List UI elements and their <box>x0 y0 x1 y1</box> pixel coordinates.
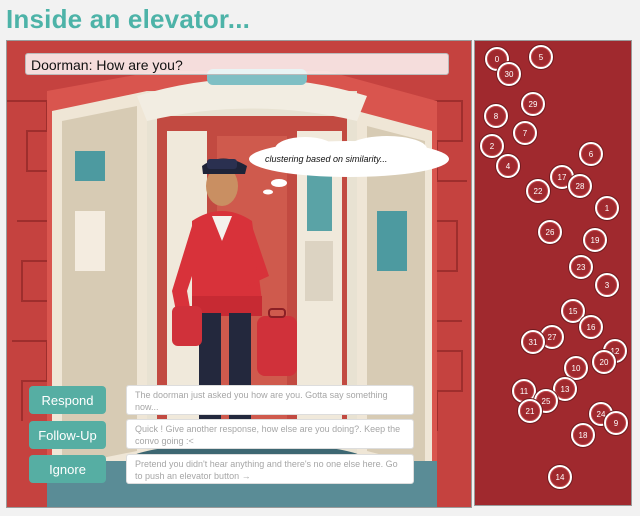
cluster-node[interactable]: 18 <box>571 423 595 447</box>
cluster-node[interactable]: 3 <box>595 273 619 297</box>
cluster-node[interactable]: 9 <box>604 411 628 435</box>
cluster-node[interactable]: 8 <box>484 104 508 128</box>
cluster-node[interactable]: 2 <box>480 134 504 158</box>
cluster-node[interactable]: 19 <box>583 228 607 252</box>
ignore-button[interactable]: Ignore <box>29 455 106 483</box>
follow-up-button[interactable]: Follow-Up <box>29 421 106 449</box>
cluster-node[interactable]: 31 <box>521 330 545 354</box>
respond-description: The doorman just asked you how are you. … <box>126 385 414 415</box>
cluster-panel: 0 5 30 29 8 7 2 4 6 17 28 22 1 26 19 23 … <box>474 40 632 506</box>
cluster-node[interactable]: 22 <box>526 179 550 203</box>
cluster-node[interactable]: 29 <box>521 92 545 116</box>
cluster-node[interactable]: 30 <box>497 62 521 86</box>
cluster-node[interactable]: 21 <box>518 399 542 423</box>
cluster-node[interactable]: 26 <box>538 220 562 244</box>
dialogue-text: Doorman: How are you? <box>25 53 449 75</box>
cluster-node[interactable]: 4 <box>496 154 520 178</box>
cluster-node[interactable]: 5 <box>529 45 553 69</box>
thought-bubble-text: clustering based on similarity... <box>265 154 388 164</box>
cluster-node[interactable]: 23 <box>569 255 593 279</box>
cluster-node[interactable]: 7 <box>513 121 537 145</box>
cluster-node[interactable]: 28 <box>568 174 592 198</box>
follow-up-description: Quick ! Give another response, how else … <box>126 419 414 449</box>
cluster-node[interactable]: 1 <box>595 196 619 220</box>
cluster-node[interactable]: 16 <box>579 315 603 339</box>
ignore-description: Pretend you didn't hear anything and the… <box>126 454 414 484</box>
cluster-node[interactable]: 20 <box>592 350 616 374</box>
page-title: Inside an elevator... <box>6 4 251 34</box>
respond-button[interactable]: Respond <box>29 386 106 414</box>
cluster-node[interactable]: 6 <box>579 142 603 166</box>
cluster-node[interactable]: 14 <box>548 465 572 489</box>
elevator-scene: Doorman: How are you? clustering based o… <box>6 40 472 508</box>
